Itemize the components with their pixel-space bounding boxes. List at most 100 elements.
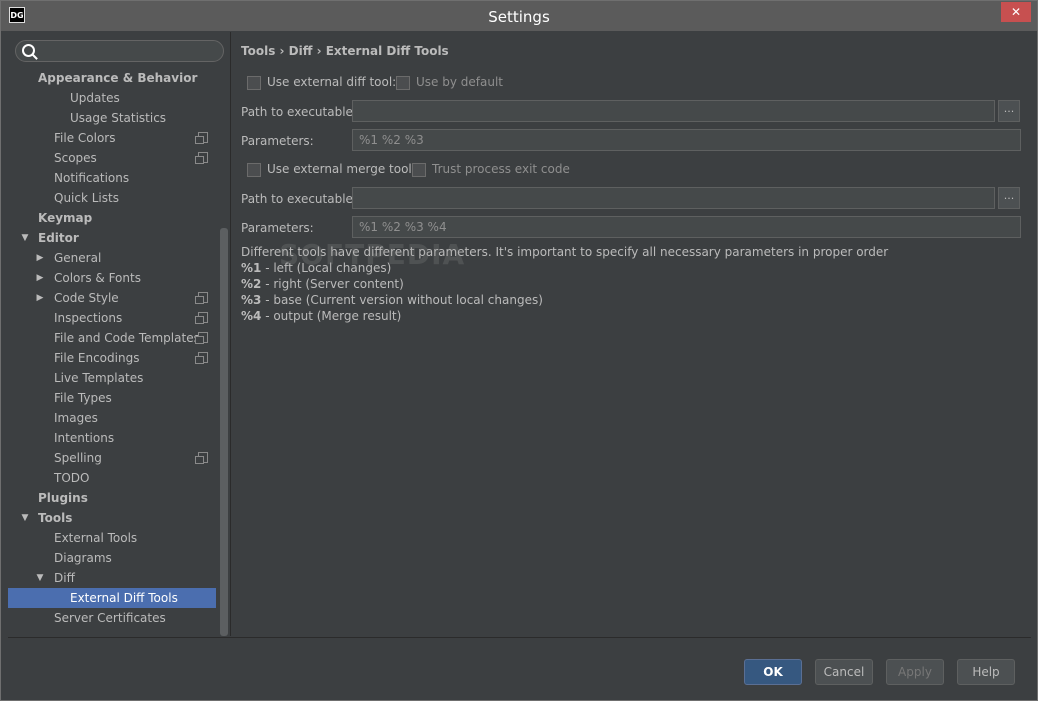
sidebar-item-notifications[interactable]: Notifications xyxy=(8,168,216,188)
sidebar-item-server-certificates[interactable]: Server Certificates xyxy=(8,608,216,628)
sidebar-item-external-diff-tools[interactable]: External Diff Tools xyxy=(8,588,216,608)
project-level-icon xyxy=(195,292,208,304)
expand-right-icon[interactable]: ▶ xyxy=(35,248,45,268)
expand-down-icon[interactable]: ▼ xyxy=(20,228,30,248)
param-key: %3 xyxy=(241,293,262,307)
use-external-merge-checkbox[interactable] xyxy=(247,163,261,177)
sidebar-item-editor[interactable]: ▼ Editor xyxy=(8,228,216,248)
sidebar-item-label: Scopes xyxy=(54,151,97,165)
sidebar-item-label: Inspections xyxy=(54,311,123,325)
ok-button[interactable]: OK xyxy=(744,659,802,685)
param-key: %4 xyxy=(241,309,262,323)
merge-params-input[interactable]: %1 %2 %3 %4 xyxy=(352,216,1021,238)
sidebar-item-appearance-behavior[interactable]: Appearance & Behavior xyxy=(8,68,216,88)
sidebar-item-updates[interactable]: Updates xyxy=(8,88,216,108)
settings-search-input[interactable] xyxy=(15,40,224,62)
breadcrumb: Tools › Diff › External Diff Tools xyxy=(241,44,449,58)
expand-right-icon[interactable]: ▶ xyxy=(35,288,45,308)
param-key: %1 xyxy=(241,261,262,275)
sidebar-item-quick-lists[interactable]: Quick Lists xyxy=(8,188,216,208)
project-level-icon xyxy=(195,332,208,344)
trust-exit-code-label: Trust process exit code xyxy=(432,162,570,176)
settings-content: Appearance & Behavior Updates Usage Statis… xyxy=(8,32,1031,694)
diff-params-input[interactable]: %1 %2 %3 xyxy=(352,129,1021,151)
sidebar-item-label: Spelling xyxy=(54,451,102,465)
sidebar-item-code-style[interactable]: ▶ Code Style xyxy=(8,288,216,308)
sidebar-item-label: General xyxy=(54,251,102,265)
sidebar-item-keymap[interactable]: Keymap xyxy=(8,208,216,228)
sidebar-item-label: Server Certificates xyxy=(54,611,166,625)
sidebar-item-todo[interactable]: TODO xyxy=(8,468,216,488)
close-button[interactable]: ✕ xyxy=(1001,2,1031,22)
use-by-default-label: Use by default xyxy=(416,75,503,89)
sidebar-item-live-templates[interactable]: Live Templates xyxy=(8,368,216,388)
use-external-diff-checkbox[interactable] xyxy=(247,76,261,90)
sidebar-item-label: Appearance & Behavior xyxy=(38,71,198,85)
sidebar-scrollbar[interactable] xyxy=(220,228,228,636)
param-2-description: %2 - right (Server content) xyxy=(241,277,404,291)
diff-params-label: Parameters: xyxy=(241,134,314,148)
sidebar-item-plugins[interactable]: Plugins xyxy=(8,488,216,508)
help-button[interactable]: Help xyxy=(957,659,1015,685)
sidebar-item-spelling[interactable]: Spelling xyxy=(8,448,216,468)
sidebar-item-intentions[interactable]: Intentions xyxy=(8,428,216,448)
param-4-description: %4 - output (Merge result) xyxy=(241,309,401,323)
sidebar-item-label: Diff xyxy=(54,571,75,585)
sidebar-item-label: Colors & Fonts xyxy=(54,271,141,285)
use-external-merge-label: Use external merge tool: xyxy=(267,162,416,176)
apply-button[interactable]: Apply xyxy=(886,659,944,685)
sidebar-item-label: Live Templates xyxy=(54,371,144,385)
settings-tree: Appearance & Behavior Updates Usage Statis… xyxy=(8,68,220,636)
sidebar-item-external-tools[interactable]: External Tools xyxy=(8,528,216,548)
merge-path-input[interactable] xyxy=(352,187,995,209)
sidebar-item-file-colors[interactable]: File Colors xyxy=(8,128,216,148)
settings-sidebar: Appearance & Behavior Updates Usage Statis… xyxy=(8,32,231,636)
trust-exit-code-checkbox[interactable] xyxy=(412,163,426,177)
dialog-footer: OK Cancel Apply Help xyxy=(8,637,1031,695)
window-title: Settings xyxy=(488,8,550,26)
sidebar-item-label: External Tools xyxy=(54,531,138,545)
sidebar-item-diagrams[interactable]: Diagrams xyxy=(8,548,216,568)
project-level-icon xyxy=(195,132,208,144)
param-3-description: %3 - base (Current version without local… xyxy=(241,293,543,307)
sidebar-item-diff[interactable]: ▼ Diff xyxy=(8,568,216,588)
sidebar-item-label: Intentions xyxy=(54,431,115,445)
sidebar-item-inspections[interactable]: Inspections xyxy=(8,308,216,328)
param-text: - base (Current version without local ch… xyxy=(261,293,543,307)
diff-path-browse-button[interactable]: ... xyxy=(998,100,1020,122)
use-external-diff-label: Use external diff tool: xyxy=(267,75,397,89)
sidebar-item-label: TODO xyxy=(54,471,90,485)
sidebar-item-file-encodings[interactable]: File Encodings xyxy=(8,348,216,368)
sidebar-item-general[interactable]: ▶ General xyxy=(8,248,216,268)
sidebar-item-label: Usage Statistics xyxy=(70,111,167,125)
merge-path-label: Path to executable: xyxy=(241,192,357,206)
sidebar-item-scopes[interactable]: Scopes xyxy=(8,148,216,168)
sidebar-item-label: Tools xyxy=(38,511,73,525)
sidebar-item-file-types[interactable]: File Types xyxy=(8,388,216,408)
expand-down-icon[interactable]: ▼ xyxy=(20,508,30,528)
sidebar-item-label: Images xyxy=(54,411,98,425)
sidebar-item-label: Plugins xyxy=(38,491,88,505)
diff-path-input[interactable] xyxy=(352,100,995,122)
sidebar-item-images[interactable]: Images xyxy=(8,408,216,428)
expand-down-icon[interactable]: ▼ xyxy=(35,568,45,588)
sidebar-item-tools[interactable]: ▼ Tools xyxy=(8,508,216,528)
expand-right-icon[interactable]: ▶ xyxy=(35,268,45,288)
sidebar-item-label: Updates xyxy=(70,91,120,105)
sidebar-item-file-and-code-templates[interactable]: File and Code Templates xyxy=(8,328,216,348)
sidebar-item-label: File Types xyxy=(54,391,112,405)
watermark: SOFTPEDIA xyxy=(279,238,466,271)
merge-path-browse-button[interactable]: ... xyxy=(998,187,1020,209)
sidebar-item-label: Code Style xyxy=(54,291,119,305)
use-by-default-checkbox[interactable] xyxy=(396,76,410,90)
sidebar-item-label: Notifications xyxy=(54,171,130,185)
diff-path-label: Path to executable: xyxy=(241,105,357,119)
sidebar-item-label: Quick Lists xyxy=(54,191,119,205)
sidebar-item-label: Diagrams xyxy=(54,551,112,565)
settings-panel: Tools › Diff › External Diff Tools Use e… xyxy=(231,32,1031,636)
sidebar-item-usage-statistics[interactable]: Usage Statistics xyxy=(8,108,216,128)
sidebar-item-colors-fonts[interactable]: ▶ Colors & Fonts xyxy=(8,268,216,288)
param-text: - right (Server content) xyxy=(261,277,404,291)
cancel-button[interactable]: Cancel xyxy=(815,659,873,685)
search-icon xyxy=(22,44,35,57)
